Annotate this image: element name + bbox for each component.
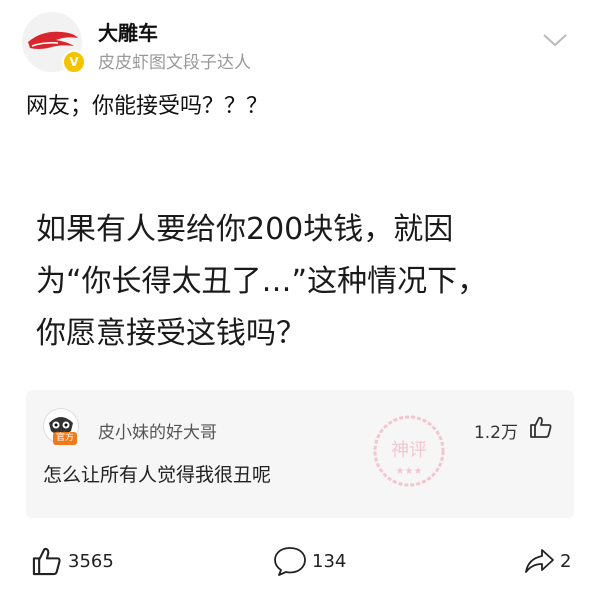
comment-like-count: 1.2万: [473, 423, 518, 443]
chevron-down-icon[interactable]: [542, 32, 568, 48]
share-button[interactable]: 2: [522, 544, 571, 578]
thumbs-up-icon[interactable]: [528, 414, 554, 440]
commenter-name[interactable]: 皮小妹的好大哥: [98, 418, 217, 443]
like-button[interactable]: 3565: [30, 544, 114, 578]
featured-comment[interactable]: 官方 皮小妹的好大哥 神评 ★★★ 1.2万 怎么让所有人觉得我很丑呢: [26, 390, 574, 518]
speech-bubble-icon: [274, 547, 306, 576]
image-text-line: 为“你长得太丑了…”这种情况下，: [36, 264, 488, 299]
post-header: V 大雕车 皮皮虾图文段子达人: [0, 0, 600, 80]
god-comment-stamp: 神评 ★★★: [373, 415, 445, 487]
share-count: 2: [560, 550, 572, 572]
author-name[interactable]: 大雕车: [98, 17, 158, 46]
comment-text: 怎么让所有人觉得我很丑呢: [43, 464, 272, 486]
share-arrow-icon: [525, 549, 554, 573]
comment-count: 134: [312, 550, 347, 572]
post-caption: 网友；你能接受吗？？？: [26, 94, 269, 119]
stamp-text: 神评: [391, 440, 427, 461]
post-action-bar: 3565 134 2: [0, 538, 600, 588]
svg-text:★★★: ★★★: [396, 466, 423, 477]
official-badge: 官方: [53, 432, 77, 445]
thumbs-up-icon: [32, 547, 61, 576]
post-image-text[interactable]: 如果有人要给你200块钱，就因 为“你长得太丑了…”这种情况下， 你愿意接受这钱…: [36, 204, 556, 360]
comment-button[interactable]: 134: [272, 544, 346, 578]
image-text-line: 你愿意接受这钱吗？: [36, 316, 306, 351]
verified-badge-icon: V: [62, 50, 86, 74]
author-title: 皮皮虾图文段子达人: [98, 53, 251, 73]
like-count: 3565: [68, 550, 114, 572]
image-text-line: 如果有人要给你200块钱，就因: [36, 212, 454, 247]
